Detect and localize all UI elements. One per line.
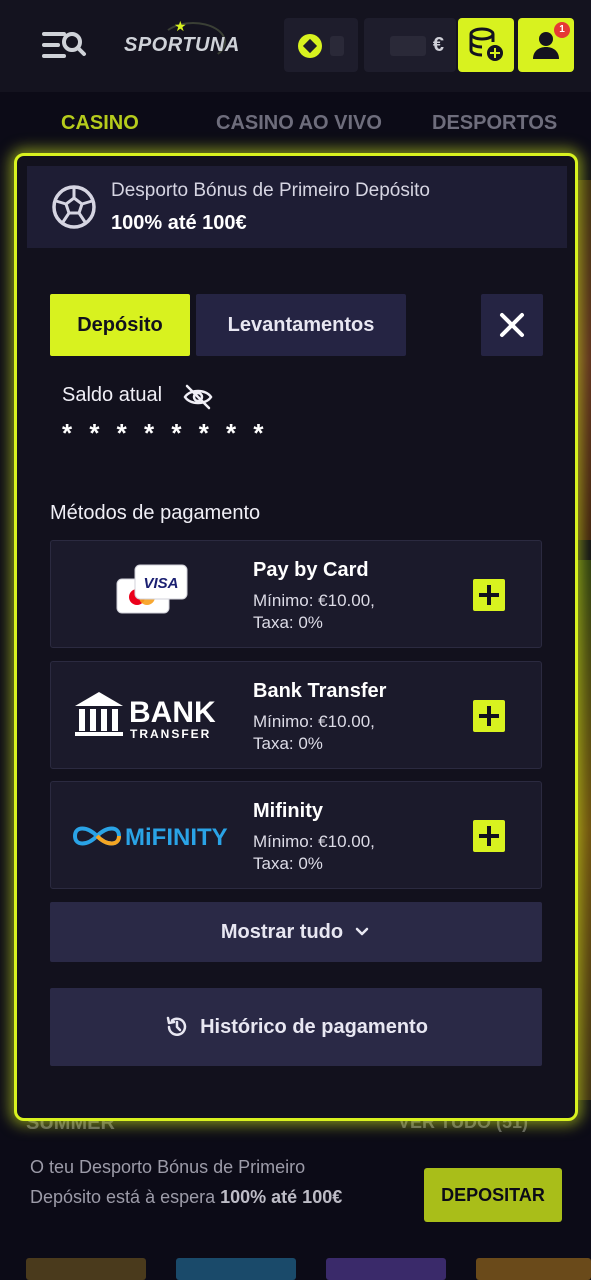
tab-withdrawals[interactable]: Levantamentos: [196, 294, 406, 356]
notification-badge: 1: [554, 22, 570, 38]
payment-method-bank-transfer[interactable]: BANK TRANSFER Bank Transfer Mínimo: €10.…: [50, 661, 542, 769]
bg-promo-text-bold: 100% até 100€: [220, 1187, 343, 1207]
payment-method-card[interactable]: VISA Pay by Card Mínimo: €10.00, Taxa: 0…: [50, 540, 542, 648]
top-bar: ★ SPORTUNA € 1: [0, 0, 591, 92]
brand-name: SPORTUNA: [124, 34, 240, 56]
nav-casino[interactable]: CASINO: [61, 112, 139, 135]
payment-method-mifinity[interactable]: MiFINITY Mifinity Mínimo: €10.00, Taxa: …: [50, 781, 542, 889]
balance-label: Saldo atual: [62, 384, 163, 406]
method-minimum: Mínimo: €10.00,: [253, 712, 375, 731]
logo-star-icon: ★: [174, 18, 187, 34]
svg-text:VISA: VISA: [143, 575, 178, 592]
football-icon: [52, 185, 96, 229]
coin-icon: [298, 34, 322, 58]
show-all-button[interactable]: Mostrar tudo: [50, 902, 542, 962]
brand-logo[interactable]: ★ SPORTUNA: [124, 18, 239, 70]
add-method-button[interactable]: [473, 820, 505, 852]
balance-currency: €: [432, 34, 444, 56]
tab-deposit[interactable]: Depósito: [50, 294, 190, 356]
nav-casino-ao-vivo[interactable]: CASINO AO VIVO: [216, 112, 382, 135]
payment-history-label: Histórico de pagamento: [200, 1015, 428, 1038]
plus-icon: [479, 826, 499, 846]
method-minimum: Mínimo: €10.00,: [253, 832, 375, 851]
payment-methods-title: Métodos de pagamento: [50, 502, 261, 524]
method-minimum: Mínimo: €10.00,: [253, 591, 375, 610]
close-button[interactable]: [481, 294, 543, 356]
game-thumbnail[interactable]: [476, 1258, 591, 1280]
bonus-banner[interactable]: Desporto Bónus de Primeiro Depósito 100%…: [27, 166, 567, 248]
bg-game-thumbnails: [0, 1258, 591, 1280]
coins-pill[interactable]: [284, 18, 358, 72]
method-fee: Taxa: 0%: [253, 613, 323, 632]
bonus-value: 100% até 100€: [111, 212, 247, 234]
bg-promo-text: O teu Desporto Bónus de Primeiro Depósit…: [30, 1152, 370, 1212]
method-fee: Taxa: 0%: [253, 854, 323, 873]
coins-value-hidden: [330, 36, 344, 56]
close-icon: [500, 313, 524, 337]
game-thumbnail[interactable]: [176, 1258, 296, 1280]
history-icon: [166, 1016, 187, 1036]
eye-hidden-icon[interactable]: [183, 384, 213, 410]
svg-text:BANK: BANK: [129, 696, 216, 729]
method-name: Mifinity: [253, 800, 323, 822]
method-name: Bank Transfer: [253, 680, 387, 702]
bonus-title: Desporto Bónus de Primeiro Depósito: [111, 180, 430, 201]
svg-text:TRANSFER: TRANSFER: [130, 727, 211, 741]
game-thumbnail[interactable]: [326, 1258, 446, 1280]
main-nav: CASINO CASINO AO VIVO DESPORTOS: [0, 92, 591, 154]
bg-deposit-button[interactable]: DEPOSITAR: [424, 1168, 562, 1222]
deposit-modal: Desporto Bónus de Primeiro Depósito 100%…: [14, 153, 578, 1121]
method-fee: Taxa: 0%: [253, 734, 323, 753]
search-menu-icon[interactable]: [40, 24, 88, 68]
wallet-add-button[interactable]: [458, 18, 514, 72]
balance-pill[interactable]: €: [364, 18, 456, 72]
user-profile-button[interactable]: 1: [518, 18, 574, 72]
payment-history-button[interactable]: Histórico de pagamento: [50, 988, 542, 1066]
game-thumbnail[interactable]: [26, 1258, 146, 1280]
visa-mastercard-logo: VISA: [116, 564, 188, 614]
balance-value-hidden: [390, 36, 426, 56]
bank-transfer-logo: BANK TRANSFER: [75, 692, 216, 741]
svg-text:MiFINITY: MiFINITY: [125, 824, 228, 851]
nav-desportos[interactable]: DESPORTOS: [432, 112, 557, 135]
coins-stack-icon: [469, 27, 503, 61]
show-all-label: Mostrar tudo: [220, 920, 344, 943]
add-method-button[interactable]: [473, 700, 505, 732]
plus-icon: [479, 585, 499, 605]
balance-value: * * * * * * * *: [62, 418, 269, 448]
plus-icon: [479, 706, 499, 726]
method-name: Pay by Card: [253, 559, 369, 581]
mifinity-logo: MiFINITY: [72, 824, 228, 851]
chevron-down-icon: [355, 927, 369, 936]
add-method-button[interactable]: [473, 579, 505, 611]
